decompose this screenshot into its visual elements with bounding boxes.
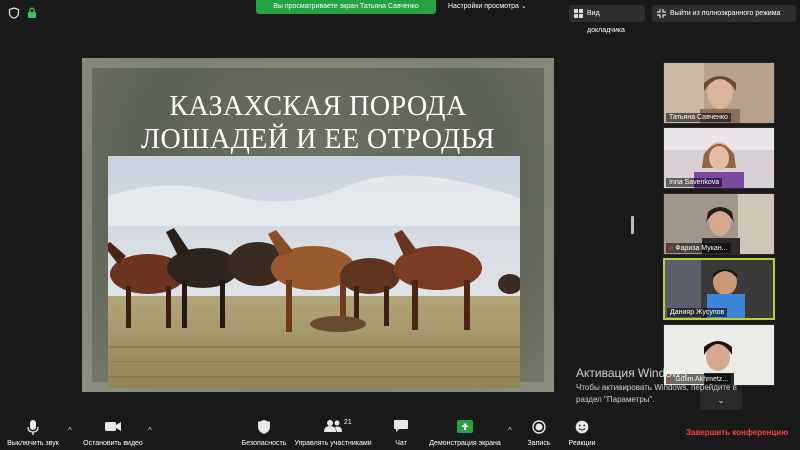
share-options-caret-icon[interactable]: ^	[508, 426, 512, 435]
participant-tile-active-speaker[interactable]: Данияр Жусупов	[663, 258, 775, 320]
shield-icon[interactable]	[8, 7, 20, 19]
participant-name-text: Фариза Мукан...	[675, 245, 728, 252]
participants-icon	[324, 420, 342, 432]
smiley-icon	[575, 420, 589, 434]
participant-name: ⌀ Фариза Мукан...	[666, 243, 731, 253]
shared-screen-slide: КАЗАХСКАЯ ПОРОДА ЛОШАДЕЙ И ЕЕ ОТРОДЬЯ	[82, 58, 554, 392]
windows-activation-text: Чтобы активировать Windows, перейдите в	[576, 383, 737, 392]
record-button[interactable]: Запись	[522, 414, 556, 450]
shield-icon	[258, 420, 270, 434]
stop-video-label: Остановить видео	[83, 440, 143, 447]
reactions-label: Реакции	[568, 440, 596, 447]
record-label: Запись	[527, 440, 551, 447]
record-icon	[532, 420, 546, 434]
panel-scroll-indicator[interactable]	[631, 216, 634, 234]
video-options-caret-icon[interactable]: ^	[148, 426, 152, 435]
meeting-toolbar: Выключить звук ^ Остановить видео ^ Безо…	[0, 414, 800, 450]
chevron-down-icon: ⌄	[717, 395, 725, 405]
chat-bubble-icon	[394, 420, 408, 432]
manage-participants-label: Управлять участниками	[294, 440, 372, 447]
chat-button[interactable]: Чат	[384, 414, 418, 450]
stop-video-button[interactable]: Остановить видео	[80, 414, 146, 450]
microphone-icon	[27, 420, 39, 435]
participant-tile[interactable]: Татьяна Савченко	[663, 62, 775, 124]
security-button[interactable]: Безопасность	[238, 414, 290, 450]
exit-fullscreen-icon	[657, 9, 666, 18]
speaker-view-button[interactable]: Вид докладчика	[569, 5, 645, 34]
end-meeting-button[interactable]: Завершить конференцию	[686, 428, 788, 437]
chat-label: Чат	[395, 440, 407, 447]
mute-label: Выключить звук	[7, 440, 59, 447]
muted-mic-icon: ⌀	[669, 245, 674, 252]
participants-scroll-down-button[interactable]: ⌄	[700, 390, 742, 410]
screen-share-notice: Вы просматриваете экран Татьяна Савченко	[256, 0, 436, 14]
top-bar: Вы просматриваете экран Татьяна Савченко…	[0, 0, 800, 34]
zoom-meeting-window: Вы просматриваете экран Татьяна Савченко…	[0, 0, 800, 450]
view-options-menu[interactable]: Настройки просмотра ⌄	[448, 0, 527, 14]
exit-fullscreen-label: Выйти из полноэкранного режима	[670, 10, 781, 17]
participant-name: Данияр Жусупов	[667, 308, 728, 317]
grid-icon	[574, 9, 583, 18]
lock-icon[interactable]	[26, 7, 38, 19]
share-screen-icon	[457, 420, 473, 433]
slide-title-line2: ЛОШАДЕЙ И ЕЕ ОТРОДЬЯ	[141, 124, 495, 155]
audio-options-caret-icon[interactable]: ^	[68, 426, 72, 435]
participants-count-badge: 21	[344, 419, 352, 426]
video-camera-icon	[105, 422, 121, 431]
slide-title-line1: КАЗАХСКАЯ ПОРОДА	[169, 91, 467, 122]
windows-activation-title: Активация Windows	[576, 366, 687, 380]
participant-tile[interactable]: ⌀ Фариза Мукан...	[663, 193, 775, 255]
mute-button[interactable]: Выключить звук	[0, 414, 66, 450]
participant-name: Татьяна Савченко	[666, 113, 731, 122]
horses-photo	[108, 156, 520, 388]
speaker-view-label: Вид докладчика	[587, 10, 625, 34]
security-label: Безопасность	[241, 440, 287, 447]
share-screen-button[interactable]: Демонстрация экрана	[424, 414, 506, 450]
manage-participants-button[interactable]: Управлять участниками	[290, 414, 376, 450]
exit-fullscreen-button[interactable]: Выйти из полноэкранного режима	[652, 5, 796, 22]
participant-name: Inna Savenkova	[666, 178, 723, 187]
reactions-button[interactable]: Реакции	[564, 414, 600, 450]
share-screen-label: Демонстрация экрана	[429, 440, 501, 447]
participant-tile[interactable]: Inna Savenkova	[663, 127, 775, 189]
windows-activation-text2: раздел "Параметры".	[576, 395, 655, 404]
